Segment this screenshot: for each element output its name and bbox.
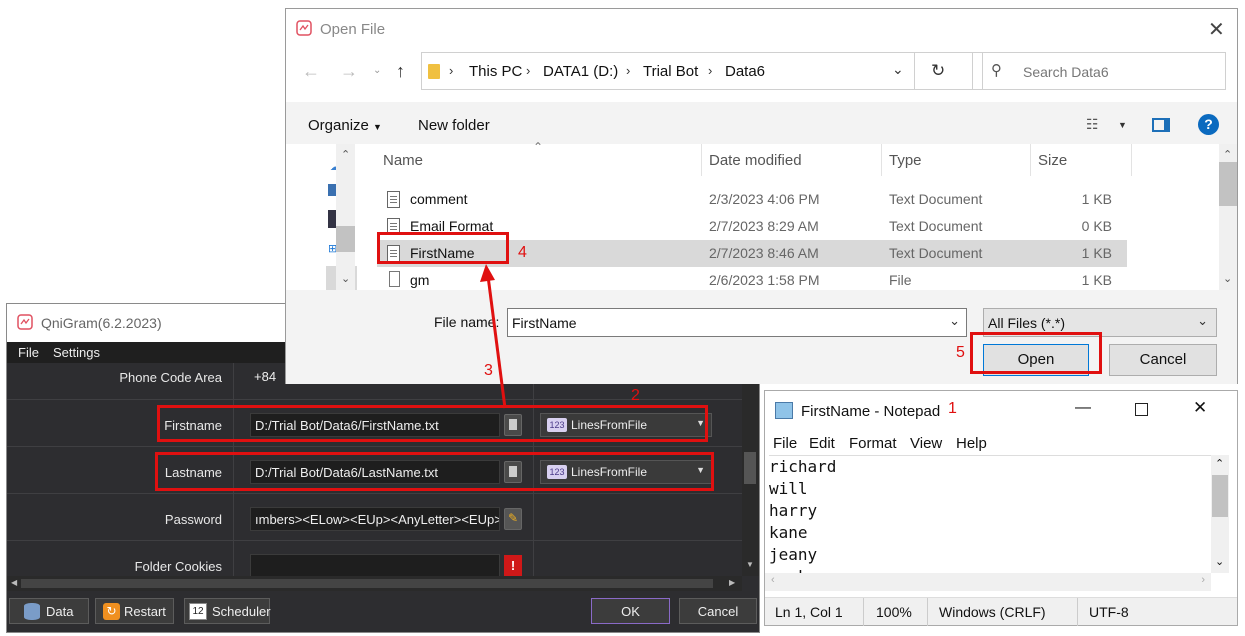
annotation-number-4: 4: [518, 244, 527, 261]
annotation-number-3: 3: [484, 362, 493, 379]
annotation-number-2: 2: [631, 387, 640, 404]
annotation-number-5: 5: [956, 344, 965, 361]
annotation-number-1: 1: [948, 400, 957, 417]
annotation-arrow: [480, 264, 507, 409]
